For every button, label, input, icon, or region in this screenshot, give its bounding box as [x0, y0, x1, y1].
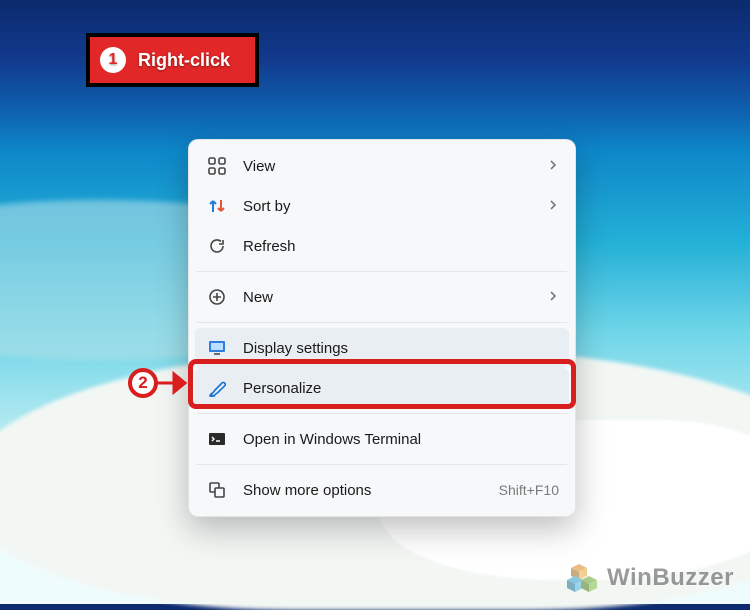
menu-item-refresh[interactable]: Refresh [195, 226, 569, 266]
paintbrush-icon [205, 376, 229, 400]
annotation-step1: 1 Right-click [86, 33, 259, 87]
menu-item-label: Sort by [243, 198, 547, 215]
watermark-text: WinBuzzer [607, 564, 734, 592]
annotation-step2: 2 [128, 368, 194, 398]
watermark-logo-icon [567, 562, 599, 594]
menu-item-show-more[interactable]: Show more options Shift+F10 [195, 470, 569, 510]
chevron-right-icon [547, 198, 559, 215]
terminal-icon [205, 427, 229, 451]
menu-item-view[interactable]: View [195, 146, 569, 186]
plus-circle-icon [205, 285, 229, 309]
annotation-step1-badge: 1 [100, 47, 126, 73]
watermark: WinBuzzer [567, 562, 734, 594]
desktop-context-menu: View Sort by Refresh New Disp [188, 139, 576, 517]
annotation-step1-label: Right-click [138, 50, 230, 71]
menu-item-label: New [243, 289, 547, 306]
annotation-arrow-icon [156, 370, 194, 396]
menu-item-label: Display settings [243, 340, 559, 357]
menu-item-label: Refresh [243, 238, 559, 255]
menu-item-sort[interactable]: Sort by [195, 186, 569, 226]
menu-item-label: Personalize [243, 380, 559, 397]
menu-item-personalize[interactable]: Personalize [195, 368, 569, 408]
menu-item-shortcut: Shift+F10 [499, 482, 559, 498]
annotation-step2-badge: 2 [128, 368, 158, 398]
chevron-right-icon [547, 158, 559, 175]
menu-item-new[interactable]: New [195, 277, 569, 317]
show-more-icon [205, 478, 229, 502]
display-settings-icon [205, 336, 229, 360]
menu-separator [197, 271, 567, 272]
menu-item-label: View [243, 158, 547, 175]
menu-item-display-settings[interactable]: Display settings [195, 328, 569, 368]
menu-separator [197, 413, 567, 414]
menu-item-terminal[interactable]: Open in Windows Terminal [195, 419, 569, 459]
refresh-icon [205, 234, 229, 258]
chevron-right-icon [547, 289, 559, 306]
menu-item-label: Show more options [243, 482, 499, 499]
menu-item-label: Open in Windows Terminal [243, 431, 559, 448]
sort-icon [205, 194, 229, 218]
menu-separator [197, 322, 567, 323]
grid-icon [205, 154, 229, 178]
menu-separator [197, 464, 567, 465]
